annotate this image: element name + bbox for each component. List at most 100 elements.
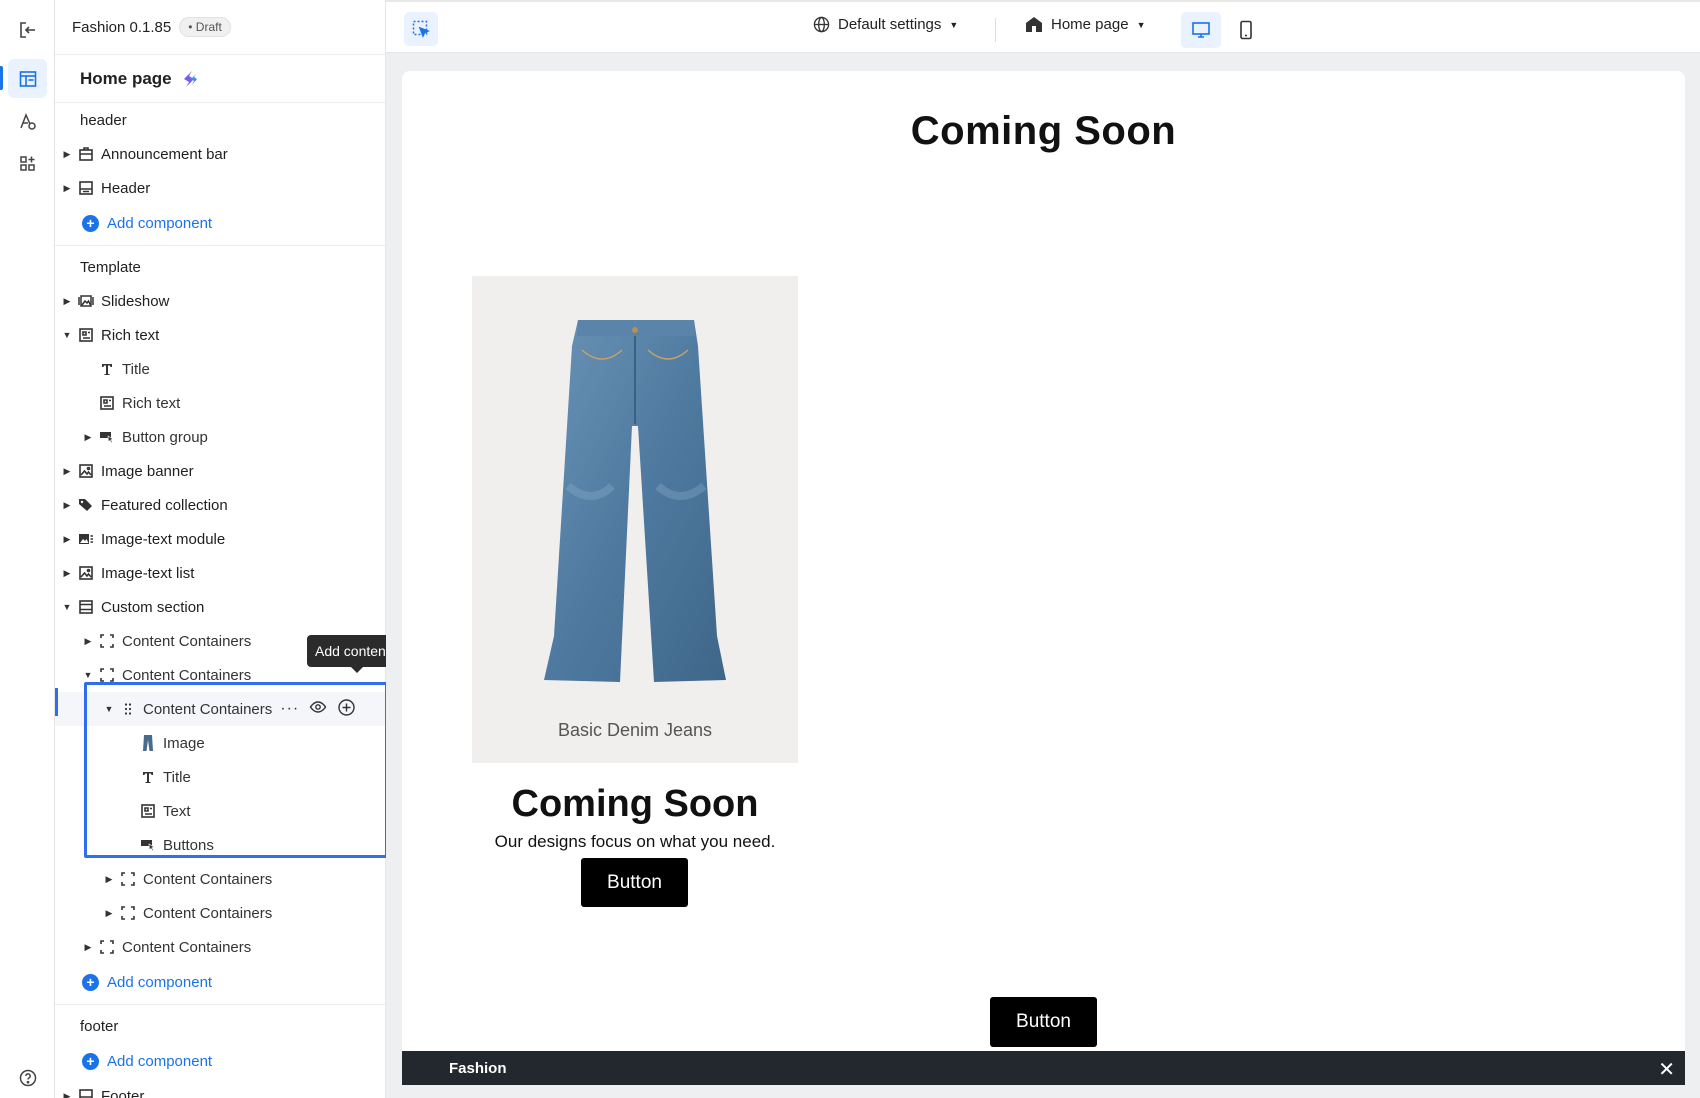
caret-down-icon[interactable]: ▼ — [61, 330, 73, 340]
tree-item-text[interactable]: Text — [55, 794, 385, 828]
caret-right-icon[interactable]: ▶ — [103, 874, 115, 885]
exit-icon[interactable] — [8, 10, 47, 49]
rich-text-icon — [98, 394, 116, 412]
preview-bottom-bar: Fashion ✕ — [402, 1051, 1685, 1085]
caret-right-icon[interactable]: ▶ — [61, 568, 73, 579]
visibility-eye-icon[interactable] — [309, 698, 327, 720]
card-title[interactable]: Coming Soon — [402, 783, 868, 826]
settings-dropdown[interactable]: Default settings ▼ — [813, 16, 958, 33]
caret-right-icon[interactable]: ▶ — [61, 296, 73, 307]
tree-item-label: Content Containers — [122, 938, 252, 956]
title-text-icon — [139, 768, 157, 786]
page-select-dropdown[interactable]: Home page ▼ — [1025, 16, 1145, 33]
tree-item-content-containers-3[interactable]: ▶ Content Containers — [55, 862, 385, 896]
plus-circle-icon: + — [82, 1052, 99, 1070]
add-component-button-footer[interactable]: + Add component — [55, 1043, 385, 1079]
more-options-icon[interactable]: ··· — [280, 700, 299, 718]
custom-section-icon — [77, 598, 95, 616]
apps-icon[interactable] — [8, 144, 47, 183]
tree-item-image-text-module[interactable]: ▶ Image-text module — [55, 522, 385, 556]
tree-item-featured-collection[interactable]: ▶ Featured collection — [55, 488, 385, 522]
tree-item-content-containers-5[interactable]: ▶ Content Containers — [55, 930, 385, 964]
page-select-label: Home page — [1051, 16, 1129, 33]
tree-item-rich-text-block[interactable]: Rich text — [55, 386, 385, 420]
caret-down-icon[interactable]: ▼ — [61, 602, 73, 612]
tree-item-header[interactable]: ▶ Header — [55, 171, 385, 205]
app-name: Fashion 0.1.85 — [72, 18, 172, 36]
tree-item-image-banner[interactable]: ▶ Image banner — [55, 454, 385, 488]
add-content-icon[interactable] — [337, 698, 356, 721]
add-component-button-header[interactable]: + Add component — [55, 205, 385, 241]
add-component-label: Add component — [107, 973, 213, 991]
tree-item-content-containers-4[interactable]: ▶ Content Containers — [55, 896, 385, 930]
tree-item-title-block[interactable]: Title — [55, 760, 385, 794]
caret-down-icon[interactable]: ▼ — [103, 704, 115, 714]
tree-item-label: Content Containers — [143, 870, 273, 888]
center-button[interactable]: Button — [990, 997, 1097, 1047]
caret-right-icon[interactable]: ▶ — [82, 432, 94, 443]
chevron-down-icon: ▼ — [1136, 19, 1146, 30]
globe-icon — [813, 16, 830, 33]
tree-item-label: Image-text list — [101, 564, 195, 582]
section-label-footer: footer — [80, 1017, 119, 1035]
tree-item-buttons[interactable]: Buttons — [55, 828, 385, 862]
tree-item-image-text-list[interactable]: ▶ Image-text list — [55, 556, 385, 590]
tree-item-label: Content Containers — [143, 700, 273, 718]
container-frame-icon — [98, 632, 116, 650]
caret-right-icon[interactable]: ▶ — [61, 183, 73, 194]
tree-item-slideshow[interactable]: ▶ Slideshow — [55, 284, 385, 318]
product-image[interactable]: Basic Denim Jeans — [472, 276, 798, 763]
section-label-header: header — [80, 111, 127, 129]
container-frame-icon — [98, 938, 116, 956]
desktop-view-button[interactable] — [1181, 12, 1221, 48]
close-icon[interactable]: ✕ — [1658, 1057, 1675, 1082]
caret-right-icon[interactable]: ▶ — [61, 466, 73, 477]
tree-item-label: Rich text — [101, 326, 160, 344]
section-label-template: Template — [80, 258, 141, 276]
tree-item-label: Slideshow — [101, 292, 170, 310]
add-component-button-template[interactable]: + Add component — [55, 964, 385, 1000]
tree-item-label: Announcement bar — [101, 145, 228, 163]
rich-text-icon — [139, 802, 157, 820]
mobile-view-button[interactable] — [1226, 12, 1266, 48]
caret-right-icon[interactable]: ▶ — [61, 1091, 73, 1098]
selection-indicator — [55, 688, 58, 716]
tree-item-image[interactable]: Image — [55, 726, 385, 760]
help-icon[interactable] — [8, 1058, 47, 1097]
tree-item-label: Header — [101, 179, 151, 197]
tree-item-footer[interactable]: ▶ Footer — [55, 1079, 385, 1098]
card-button[interactable]: Button — [581, 858, 688, 907]
layout-icon[interactable] — [8, 59, 47, 98]
preview-main-title[interactable]: Coming Soon — [402, 109, 1685, 154]
home-icon — [1026, 17, 1042, 32]
page-title-row: Home page — [55, 55, 385, 103]
button-group-icon — [98, 428, 116, 446]
footer-layout-icon — [77, 1087, 95, 1098]
caret-right-icon[interactable]: ▶ — [61, 500, 73, 511]
app-header: Fashion 0.1.85 • Draft — [55, 0, 385, 55]
row-actions: ··· — [280, 698, 356, 721]
caret-right-icon[interactable]: ▶ — [61, 534, 73, 545]
caret-right-icon[interactable]: ▶ — [61, 149, 73, 160]
divider — [55, 1004, 385, 1005]
rich-text-icon — [77, 326, 95, 344]
caret-down-icon[interactable]: ▼ — [82, 670, 94, 680]
tree-item-label: Image banner — [101, 462, 194, 480]
drag-handle-icon[interactable] — [119, 700, 137, 718]
mobile-icon — [1240, 20, 1252, 40]
caret-right-icon[interactable]: ▶ — [82, 636, 94, 647]
card-text[interactable]: Our designs focus on what you need. — [402, 832, 868, 852]
tree-item-announcement-bar[interactable]: ▶ Announcement bar — [55, 137, 385, 171]
tree-item-label: Title — [122, 360, 150, 378]
caret-right-icon[interactable]: ▶ — [82, 942, 94, 953]
theme-style-icon[interactable] — [8, 102, 47, 141]
tree-item-title[interactable]: Title — [55, 352, 385, 386]
tree-item-content-containers-selected[interactable]: ▼ Content Containers ··· — [55, 692, 385, 726]
tree-item-custom-section[interactable]: ▼ Custom section — [55, 590, 385, 624]
tree-item-button-group[interactable]: ▶ Button group — [55, 420, 385, 454]
tree-item-label: Image-text module — [101, 530, 226, 548]
select-element-button[interactable] — [404, 12, 438, 46]
desktop-icon — [1192, 22, 1210, 38]
tree-item-rich-text[interactable]: ▼ Rich text — [55, 318, 385, 352]
caret-right-icon[interactable]: ▶ — [103, 908, 115, 919]
